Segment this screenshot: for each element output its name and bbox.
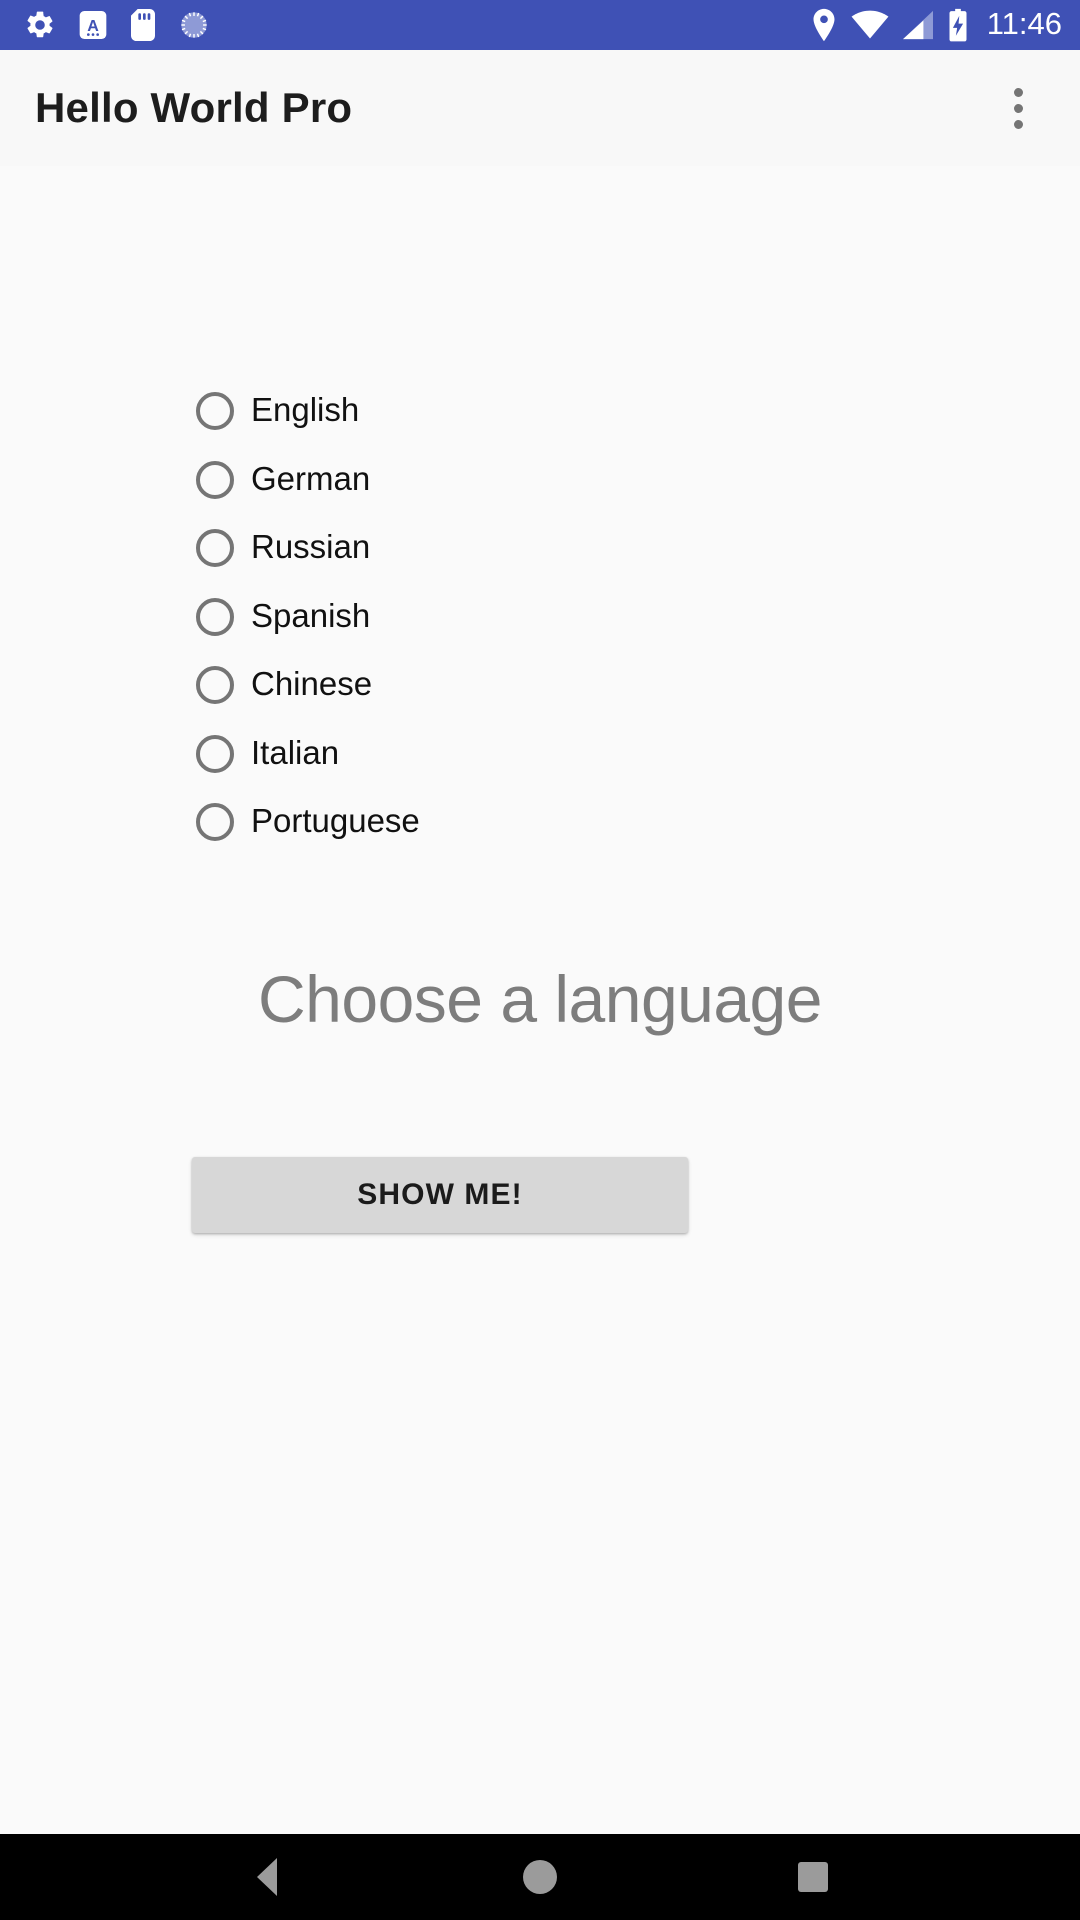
main-content: English German Russian Spanish Chinese I: [0, 166, 1080, 1834]
nav-home-button[interactable]: [485, 1834, 595, 1920]
battery-charging-icon: [947, 8, 969, 42]
navigation-bar: [0, 1834, 1080, 1920]
svg-text:A: A: [87, 18, 99, 35]
overflow-menu-icon[interactable]: [986, 76, 1050, 140]
radio-circle-icon[interactable]: [196, 597, 234, 636]
page-title: Hello World Pro: [35, 84, 353, 131]
sync-spinner-icon: [178, 9, 210, 41]
overflow-dot: [1013, 103, 1023, 113]
radio-label: German: [251, 459, 371, 497]
radio-option-chinese[interactable]: Chinese: [196, 651, 420, 720]
nav-recents-button[interactable]: [758, 1834, 868, 1920]
radio-label: Italian: [251, 733, 340, 771]
radio-option-english[interactable]: English: [196, 377, 420, 446]
radio-label: Russian: [251, 528, 371, 566]
radio-option-spanish[interactable]: Spanish: [196, 583, 420, 652]
radio-label: English: [251, 391, 360, 429]
radio-circle-icon[interactable]: [196, 460, 234, 499]
radio-circle-icon[interactable]: [196, 392, 234, 431]
radio-option-portuguese[interactable]: Portuguese: [196, 788, 420, 857]
phone-screen: A 11:46 Hello World Pro English German R…: [0, 0, 1080, 1920]
status-bar-right-icons: 11:46: [809, 6, 1062, 44]
home-circle-icon: [522, 1860, 557, 1894]
result-text: Choose a language: [258, 962, 822, 1036]
sd-card-icon: [130, 9, 156, 41]
radio-option-russian[interactable]: Russian: [196, 514, 420, 583]
nav-back-button[interactable]: [212, 1834, 322, 1920]
cellular-signal-icon: [901, 10, 935, 40]
radio-circle-icon[interactable]: [196, 734, 234, 773]
back-triangle-icon: [256, 1858, 277, 1896]
status-bar-clock: 11:46: [986, 6, 1062, 41]
overflow-dot: [1013, 87, 1023, 97]
overflow-dot: [1013, 119, 1023, 129]
show-me-button[interactable]: SHOW ME!: [192, 1157, 688, 1233]
language-radio-group: English German Russian Spanish Chinese I: [196, 377, 420, 857]
app-bar: Hello World Pro: [0, 50, 1080, 166]
radio-circle-icon[interactable]: [196, 529, 234, 568]
radio-circle-icon[interactable]: [196, 666, 234, 705]
wifi-icon: [851, 10, 889, 40]
radio-circle-icon[interactable]: [196, 803, 234, 842]
radio-option-german[interactable]: German: [196, 446, 420, 515]
radio-label: Spanish: [251, 596, 371, 634]
radio-label: Chinese: [251, 665, 373, 703]
status-bar: A 11:46: [0, 0, 1080, 50]
settings-gear-icon: [24, 9, 56, 41]
radio-option-italian[interactable]: Italian: [196, 720, 420, 789]
location-pin-icon: [809, 8, 839, 42]
adb-letter-a-icon: A: [78, 9, 108, 41]
radio-label: Portuguese: [251, 802, 420, 840]
status-bar-left-icons: A: [24, 9, 210, 41]
recents-square-icon: [798, 1862, 829, 1892]
